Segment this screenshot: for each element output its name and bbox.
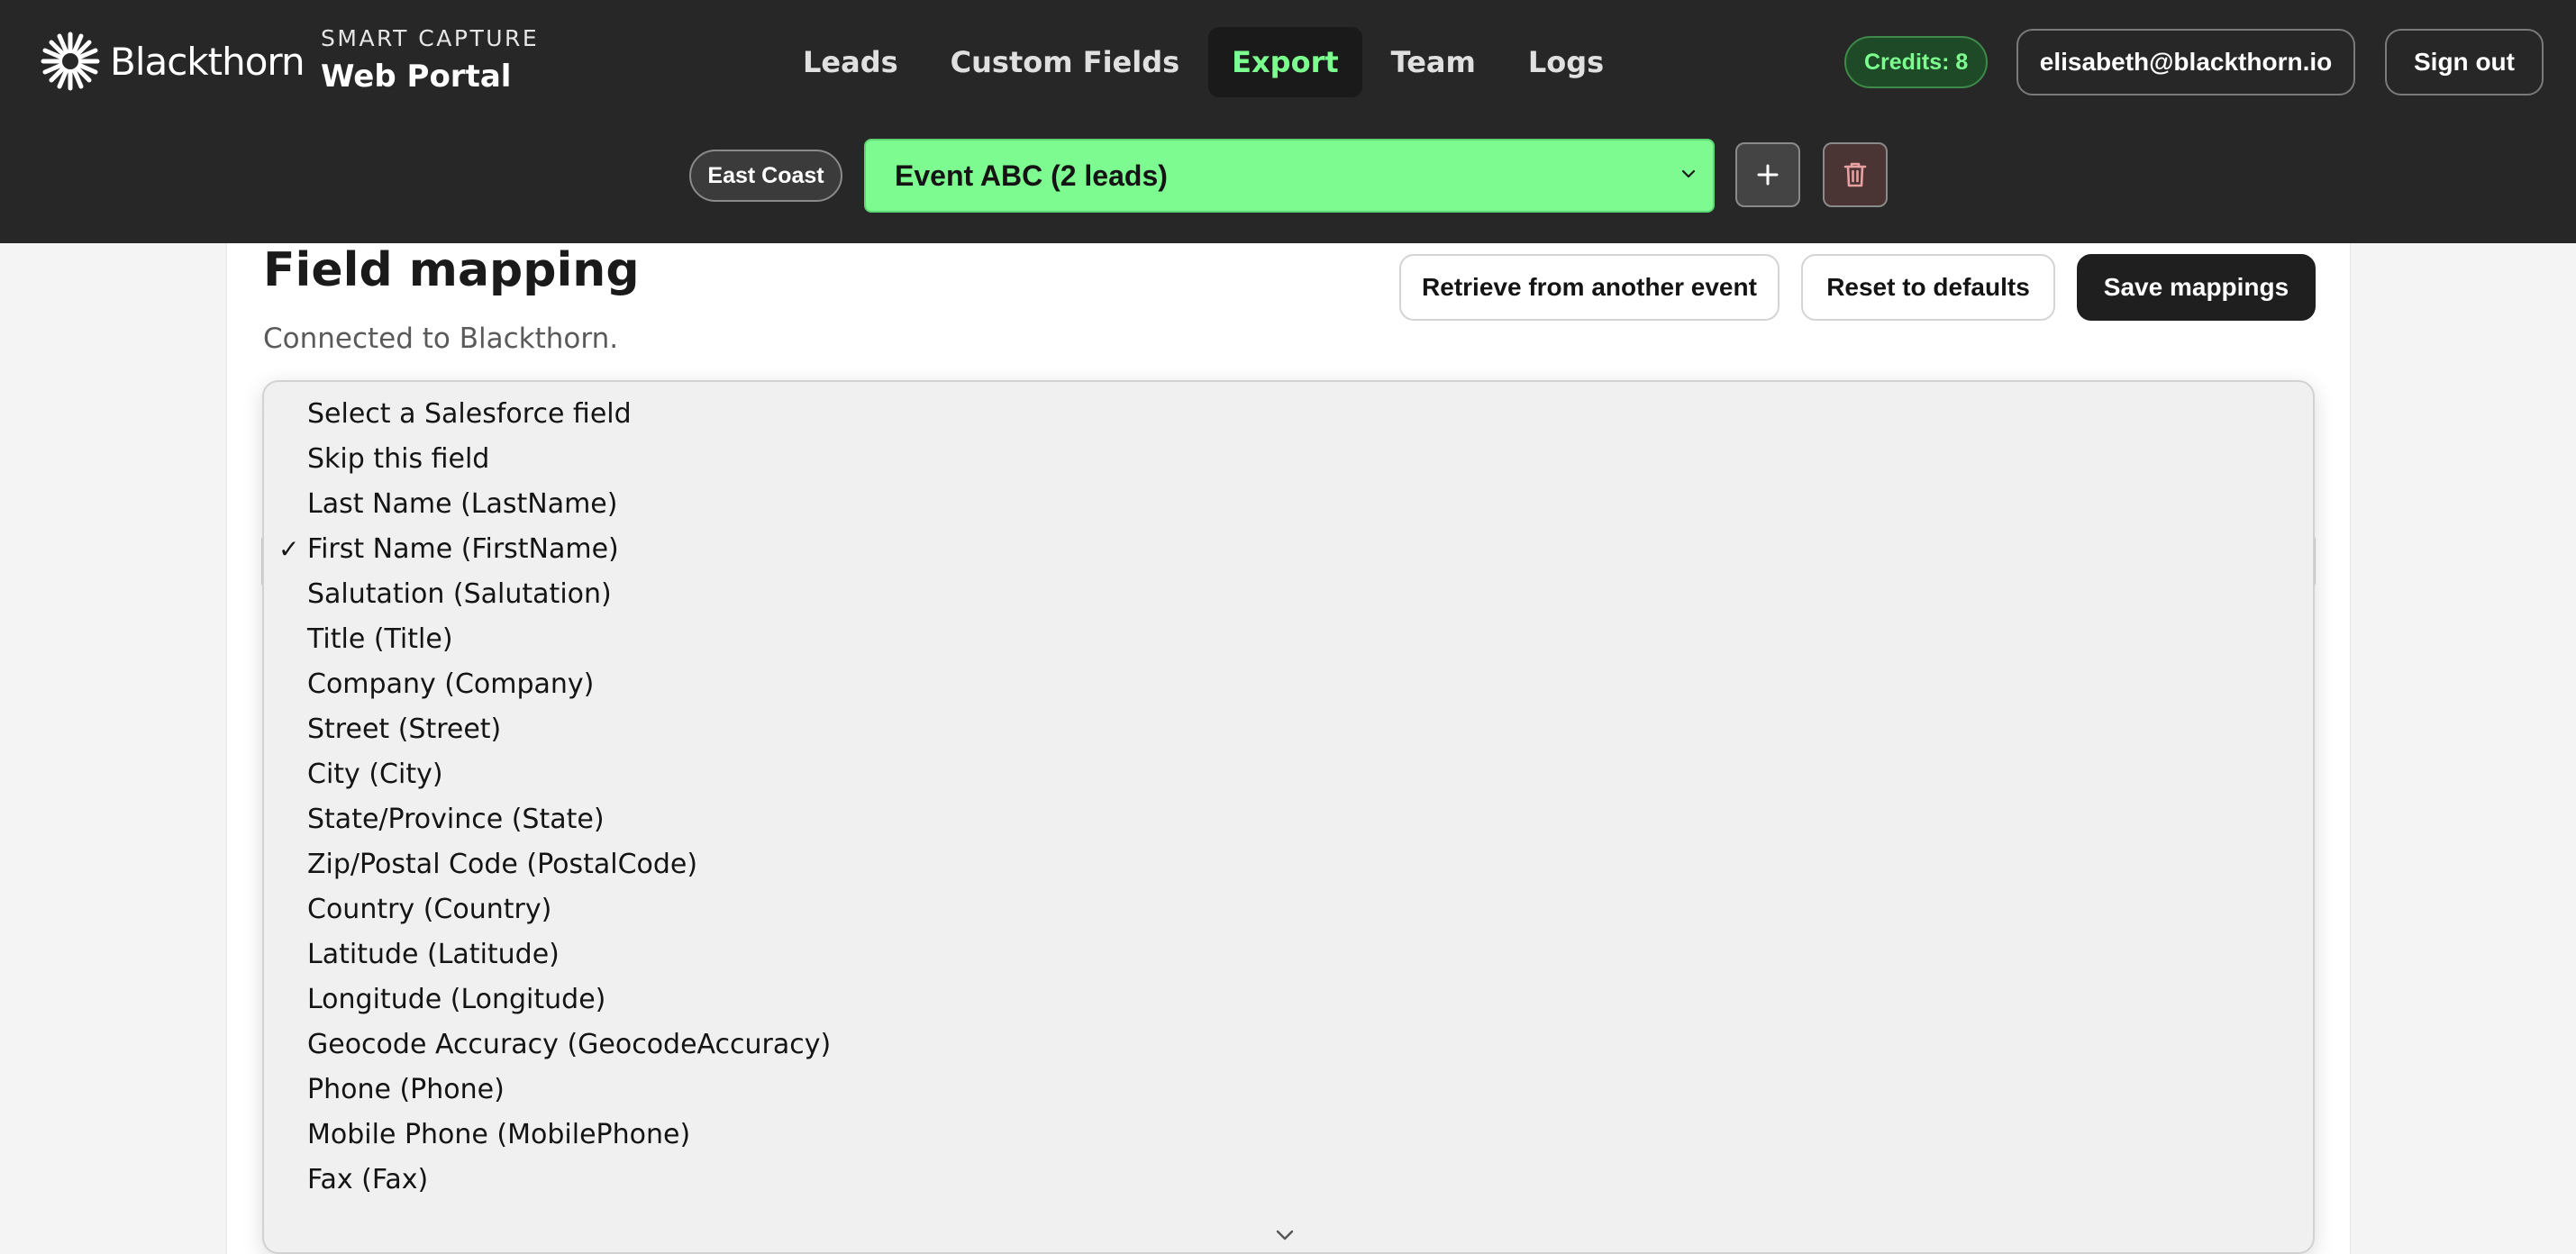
dropdown-option[interactable]: Mobile Phone (MobilePhone) (264, 1112, 2313, 1157)
nav-export[interactable]: Export (1208, 27, 1362, 97)
trash-icon (1843, 162, 1867, 187)
portal-heading: SMART CAPTURE Web Portal (321, 25, 539, 95)
retrieve-from-another-event-button[interactable]: Retrieve from another event (1399, 254, 1780, 321)
event-select[interactable]: Event ABC (2 leads) (864, 139, 1715, 213)
event-select-value: Event ABC (2 leads) (895, 159, 1168, 192)
dropdown-option[interactable]: Last Name (LastName) (264, 481, 2313, 526)
brand-name: Blackthorn (110, 39, 305, 84)
connection-status: Connected to Blackthorn. (263, 323, 619, 355)
nav-leads[interactable]: Leads (779, 27, 922, 97)
dropdown-option[interactable]: Fax (Fax) (264, 1157, 2313, 1202)
add-event-button[interactable] (1735, 142, 1800, 207)
sign-out-button[interactable]: Sign out (2385, 29, 2544, 95)
dropdown-option[interactable]: Latitude (Latitude) (264, 931, 2313, 977)
dropdown-option[interactable]: Phone (Phone) (264, 1067, 2313, 1112)
main-nav: Leads Custom Fields Export Team Logs (779, 27, 1627, 97)
dropdown-option[interactable]: City (City) (264, 751, 2313, 796)
scroll-down-icon[interactable] (1273, 1227, 1297, 1243)
salesforce-field-dropdown[interactable]: Select a Salesforce field Skip this fiel… (262, 380, 2315, 1254)
nav-logs[interactable]: Logs (1505, 27, 1627, 97)
dropdown-option[interactable]: Zip/Postal Code (PostalCode) (264, 841, 2313, 886)
dropdown-option-selected[interactable]: ✓ First Name (FirstName) (264, 526, 2313, 571)
dropdown-option[interactable]: Street (Street) (264, 706, 2313, 751)
page-title: Field mapping (263, 243, 640, 297)
plus-icon (1757, 164, 1779, 186)
reset-to-defaults-button[interactable]: Reset to defaults (1801, 254, 2055, 321)
credits-badge: Credits: 8 (1844, 36, 1989, 88)
portal-title: Web Portal (321, 59, 512, 95)
portal-kicker: SMART CAPTURE (321, 25, 540, 51)
nav-custom-fields[interactable]: Custom Fields (927, 27, 1204, 97)
dropdown-option[interactable]: Salutation (Salutation) (264, 571, 2313, 616)
dropdown-option[interactable]: Company (Company) (264, 661, 2313, 706)
chevron-down-icon (1681, 169, 1696, 178)
region-chip[interactable]: East Coast (689, 150, 842, 202)
brand[interactable]: Blackthorn (40, 31, 305, 92)
user-account-button[interactable]: elisabeth@blackthorn.io (2016, 29, 2355, 95)
checkmark-icon: ✓ (278, 533, 300, 564)
save-mappings-button[interactable]: Save mappings (2077, 254, 2316, 321)
dropdown-option[interactable]: Longitude (Longitude) (264, 977, 2313, 1022)
dropdown-option[interactable]: Skip this field (264, 436, 2313, 481)
dropdown-option[interactable]: State/Province (State) (264, 796, 2313, 841)
top-bar: Blackthorn SMART CAPTURE Web Portal Lead… (0, 0, 2576, 243)
dropdown-option[interactable]: Geocode Accuracy (GeocodeAccuracy) (264, 1022, 2313, 1067)
dropdown-option[interactable]: Title (Title) (264, 616, 2313, 661)
nav-team[interactable]: Team (1368, 27, 1499, 97)
dropdown-option[interactable]: Country (Country) (264, 886, 2313, 931)
dropdown-option[interactable]: Select a Salesforce field (264, 391, 2313, 436)
delete-event-button[interactable] (1823, 142, 1888, 207)
blackthorn-logo-icon (41, 32, 100, 91)
